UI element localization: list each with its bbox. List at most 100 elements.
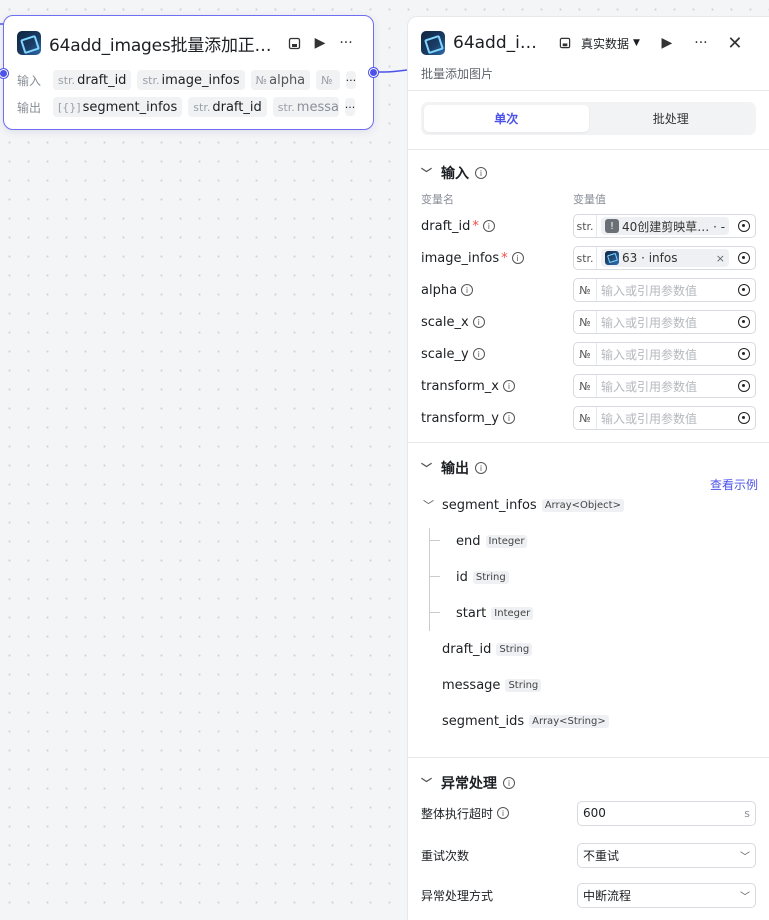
tree-connector bbox=[429, 540, 440, 541]
run-icon[interactable]: ▶ bbox=[654, 30, 680, 56]
chevron-down-icon: ﹀ bbox=[740, 851, 750, 863]
variable-reference-chip[interactable]: !40创建剪映草… · -× bbox=[601, 217, 729, 235]
input-row-scale-x: scale_x i № 输入或引用参数值 bbox=[421, 310, 756, 334]
output-tree-item: message String bbox=[442, 675, 542, 695]
divider bbox=[408, 149, 769, 150]
column-header-name: 变量名 bbox=[421, 193, 454, 206]
divider bbox=[408, 442, 769, 443]
plugin-logo bbox=[17, 31, 41, 55]
input-row-image-infos: image_infos * i str. 63 · infos × bbox=[421, 246, 756, 270]
clear-icon[interactable]: × bbox=[716, 252, 725, 265]
error-mode-row: 异常处理方式 中断流程 ﹀ bbox=[421, 882, 756, 908]
retry-row: 重试次数 不重试 ﹀ bbox=[421, 842, 756, 868]
input-chip-overflow: № bbox=[316, 70, 340, 90]
more-icon[interactable]: ··· bbox=[333, 30, 359, 56]
workflow-node[interactable]: 64add_images批量添加正文… ▶ ··· 输入 str. draft_i… bbox=[0, 15, 378, 130]
tree-connector bbox=[429, 612, 440, 613]
info-icon[interactable]: i bbox=[461, 284, 474, 296]
alpha-field[interactable]: № 输入或引用参数值 bbox=[573, 278, 756, 302]
reference-target-icon[interactable] bbox=[733, 348, 755, 360]
info-icon[interactable]: i bbox=[511, 252, 524, 264]
reference-target-icon[interactable] bbox=[733, 380, 755, 392]
output-chip: [{}] segment_infos bbox=[53, 97, 183, 117]
tab-batch[interactable]: 批处理 bbox=[589, 105, 754, 132]
inputs-label: 输入 bbox=[17, 73, 42, 88]
reference-target-icon[interactable] bbox=[733, 284, 755, 296]
divider bbox=[408, 90, 769, 91]
tree-connector bbox=[429, 528, 430, 631]
outputs-label: 输出 bbox=[17, 100, 42, 115]
timeout-input[interactable]: 600 s bbox=[577, 800, 756, 826]
chevron-down-icon: ﹀ bbox=[740, 891, 750, 903]
scale-y-field[interactable]: № 输入或引用参数值 bbox=[573, 342, 756, 366]
output-port[interactable] bbox=[369, 68, 378, 77]
warning-icon: ! bbox=[605, 219, 619, 233]
caret-down-icon: ▼ bbox=[633, 38, 640, 48]
input-row-scale-y: scale_y i № 输入或引用参数值 bbox=[421, 342, 756, 366]
panel-title: 64add_im… bbox=[453, 33, 549, 53]
save-icon[interactable] bbox=[281, 30, 307, 56]
transform-x-field[interactable]: № 输入或引用参数值 bbox=[573, 374, 756, 398]
transform-y-field[interactable]: № 输入或引用参数值 bbox=[573, 406, 756, 430]
variable-reference-chip[interactable]: 63 · infos × bbox=[601, 249, 729, 267]
more-icon[interactable]: ··· bbox=[688, 30, 714, 56]
input-row-transform-y: transform_y i № 输入或引用参数值 bbox=[421, 406, 756, 430]
node-inputs-row: 输入 str. draft_id str. image_infos № alpha №… bbox=[17, 69, 357, 91]
output-tree-item[interactable]: ﹀ segment_infos Array<Object> bbox=[423, 495, 624, 515]
data-mode-select[interactable]: 真实数据 ▼ bbox=[581, 35, 640, 52]
info-icon[interactable]: i bbox=[475, 167, 487, 179]
input-row-alpha: alpha i № 输入或引用参数值 bbox=[421, 278, 756, 302]
reference-target-icon[interactable] bbox=[733, 316, 755, 328]
info-icon[interactable]: i bbox=[482, 220, 495, 232]
info-icon[interactable]: i bbox=[472, 316, 485, 328]
info-icon[interactable]: i bbox=[472, 348, 485, 360]
output-chip: str. draft_id bbox=[188, 97, 267, 117]
panel-subtitle: 批量添加图片 bbox=[421, 67, 494, 81]
more-inputs-button[interactable]: ··· bbox=[345, 71, 357, 89]
scale-x-field[interactable]: № 输入或引用参数值 bbox=[573, 310, 756, 334]
error-handling-section-header[interactable]: ﹀ 异常处理 i bbox=[421, 773, 515, 793]
close-icon[interactable]: ✕ bbox=[722, 30, 748, 56]
input-row-transform-x: transform_x i № 输入或引用参数值 bbox=[421, 374, 756, 398]
chevron-down-icon: ﹀ bbox=[421, 777, 432, 790]
image-infos-field[interactable]: str. 63 · infos × bbox=[573, 246, 756, 270]
reference-target-icon[interactable] bbox=[733, 220, 755, 232]
output-tree-item: start Integer bbox=[456, 603, 534, 623]
info-icon[interactable]: i bbox=[497, 807, 510, 819]
input-row-draft-id: draft_id*i str. !40创建剪映草… · -× bbox=[421, 214, 756, 238]
error-mode-select[interactable]: 中断流程 ﹀ bbox=[577, 882, 756, 908]
reference-target-icon[interactable] bbox=[733, 252, 755, 264]
info-icon[interactable]: i bbox=[475, 462, 487, 474]
draft-id-field[interactable]: str. !40创建剪映草… · -× bbox=[573, 214, 756, 238]
output-tree-item: end Integer bbox=[456, 531, 528, 551]
retry-select[interactable]: 不重试 ﹀ bbox=[577, 842, 756, 868]
node-config-panel: 64add_im… 真实数据 ▼ ▶ ··· ✕ 批量添加图片 单次 批处理 ﹀ … bbox=[407, 16, 769, 920]
run-mode-tabs: 单次 批处理 bbox=[421, 102, 756, 135]
more-outputs-button[interactable]: ··· bbox=[344, 98, 356, 116]
run-icon[interactable]: ▶ bbox=[307, 30, 333, 56]
view-example-link[interactable]: 查看示例 bbox=[710, 476, 758, 493]
info-icon[interactable]: i bbox=[503, 777, 515, 789]
info-icon[interactable]: i bbox=[502, 412, 515, 424]
tree-connector bbox=[429, 576, 440, 577]
inputs-section-header[interactable]: ﹀ 输入 i bbox=[421, 163, 487, 183]
tab-single[interactable]: 单次 bbox=[424, 105, 589, 132]
clear-icon[interactable]: × bbox=[728, 220, 729, 233]
column-header-value: 变量值 bbox=[573, 193, 606, 206]
plugin-logo bbox=[421, 31, 445, 55]
chevron-down-icon: ﹀ bbox=[421, 167, 432, 180]
divider bbox=[408, 757, 769, 758]
input-chip: str. draft_id bbox=[53, 70, 132, 90]
input-port[interactable] bbox=[0, 69, 8, 78]
chevron-down-icon: ﹀ bbox=[423, 499, 434, 512]
save-icon[interactable] bbox=[555, 37, 575, 49]
node-header: 64add_images批量添加正文… ▶ ··· bbox=[17, 29, 361, 57]
output-tree-item: segment_ids Array<String> bbox=[442, 711, 609, 731]
reference-target-icon[interactable] bbox=[733, 412, 755, 424]
outputs-section-header[interactable]: ﹀ 输出 i bbox=[421, 458, 487, 478]
node-outputs-row: 输出 [{}] segment_infos str. draft_id str. me… bbox=[17, 96, 356, 118]
node-title: 64add_images批量添加正文… bbox=[49, 35, 281, 56]
timeout-row: 整体执行超时 i 600 s bbox=[421, 800, 756, 826]
input-chip: str. image_infos bbox=[137, 70, 245, 90]
info-icon[interactable]: i bbox=[502, 380, 515, 392]
